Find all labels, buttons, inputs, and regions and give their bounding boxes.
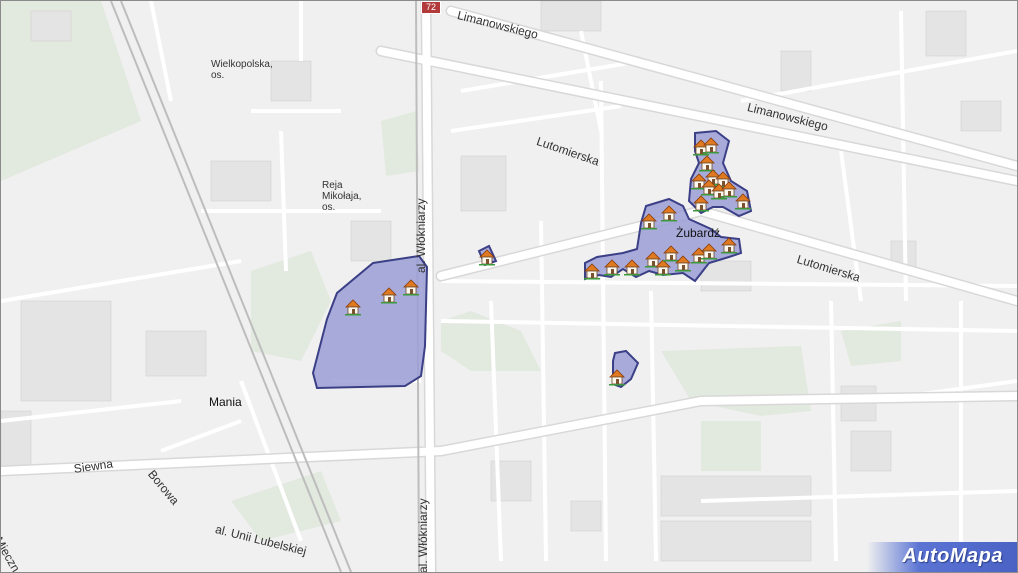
logo-text: AutoMapa	[902, 545, 1003, 567]
street-label-wlokniarzy: al. Włókniarzy	[416, 498, 430, 573]
map-canvas[interactable]: 72 Limanowskiego Limanowskiego Lutomiers…	[0, 0, 1018, 573]
road-number-badge: 72	[421, 1, 441, 14]
place-label-zubardz: Żubardź	[676, 226, 721, 240]
place-label-mania: Mania	[209, 395, 242, 409]
street-label-wlokniarzy: al. Włókniarzy	[414, 198, 428, 273]
area-polygon-west[interactable]	[311, 254, 429, 390]
automapa-logo: AutoMapa	[867, 542, 1017, 572]
place-label-reja: Reja Mikołaja, os.	[322, 180, 362, 213]
place-label-wielkopolska: Wielkopolska, os.	[211, 59, 273, 81]
